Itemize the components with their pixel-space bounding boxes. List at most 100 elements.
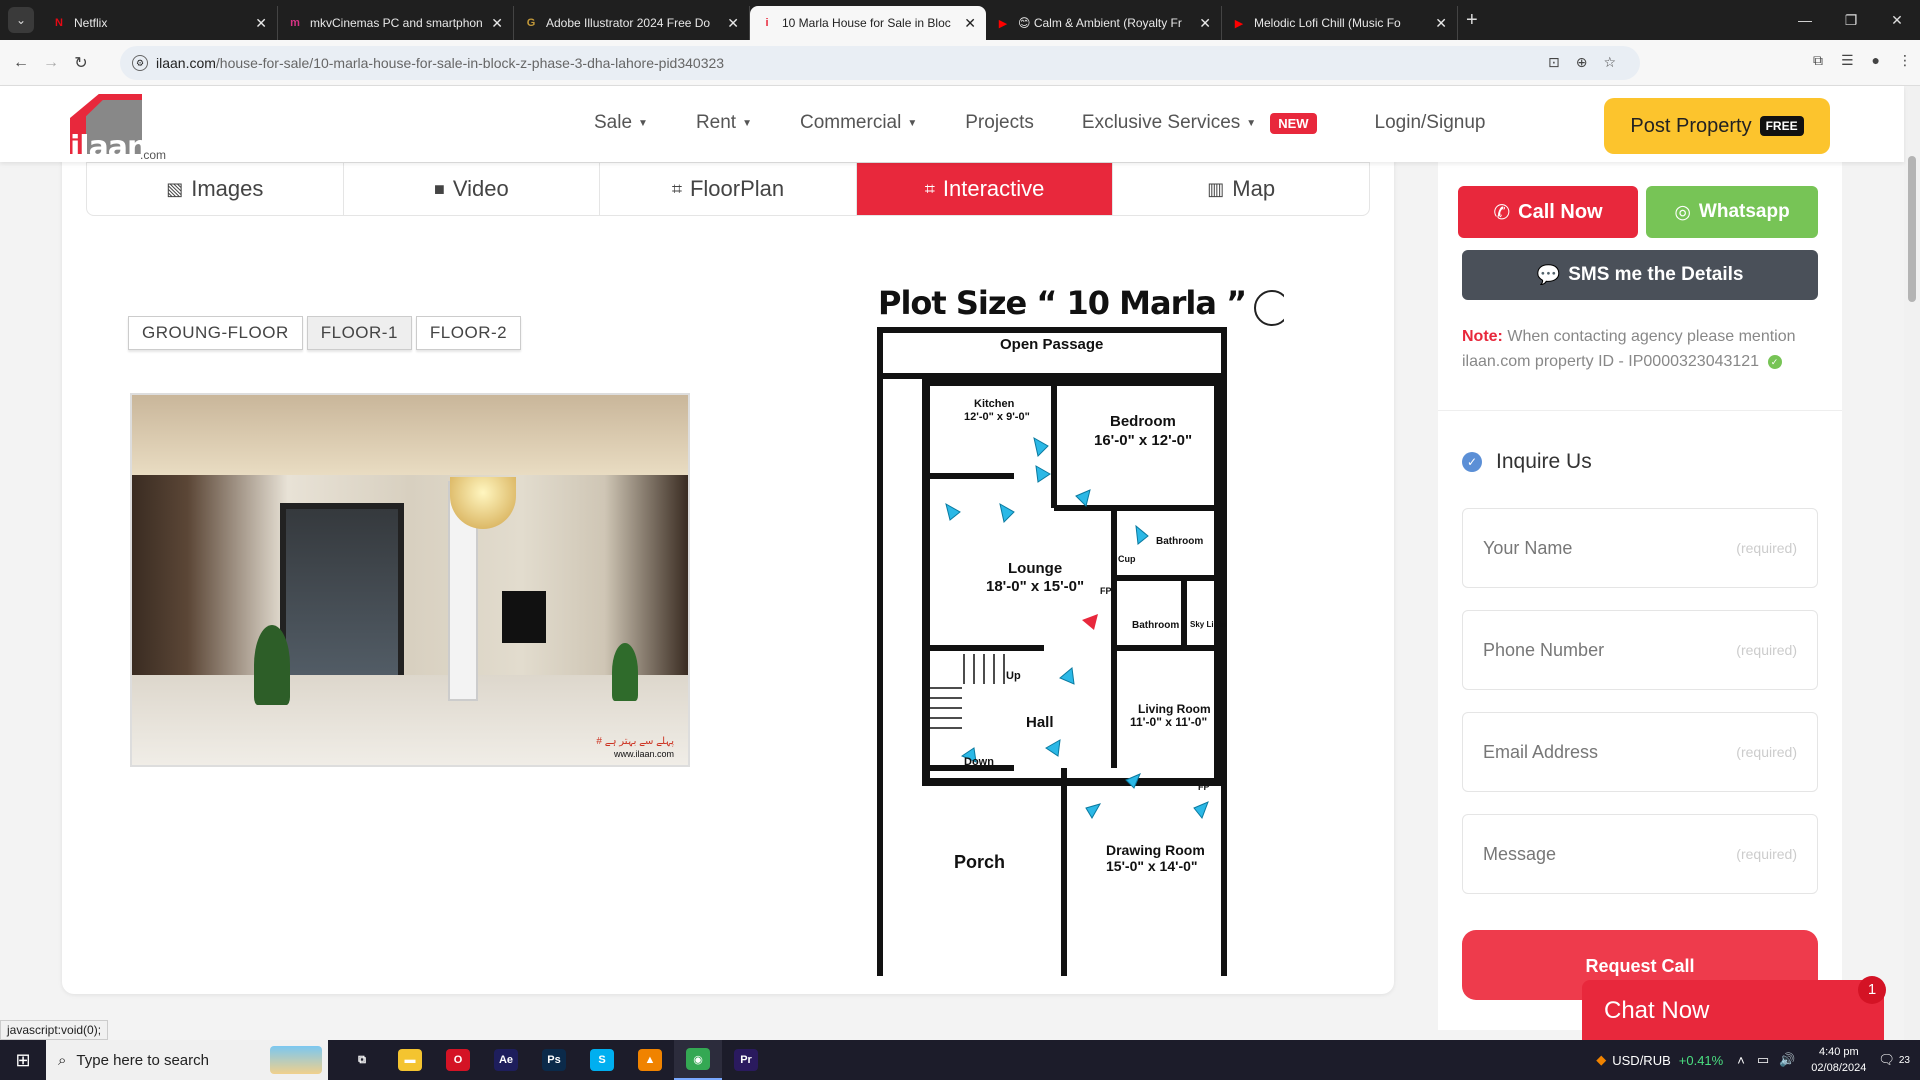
system-clock[interactable]: 4:40 pm 02/08/2024: [1811, 1044, 1866, 1076]
zoom-icon[interactable]: ⊕: [1576, 54, 1588, 71]
forward-button[interactable]: →: [36, 54, 66, 72]
media-tab-video[interactable]: ■ Video: [344, 163, 601, 215]
chevron-down-icon: ▼: [742, 117, 752, 129]
taskbar-app-premiere[interactable]: Pr: [722, 1040, 770, 1080]
tab-title: Melodic Lofi Chill (Music Fo: [1254, 16, 1401, 30]
free-badge: FREE: [1759, 116, 1804, 136]
browser-tab[interactable]: m mkvCinemas PC and smartphon ✕: [278, 6, 514, 40]
restore-button[interactable]: ❐: [1828, 0, 1874, 40]
chat-now-button[interactable]: Chat Now: [1582, 980, 1884, 1042]
currency-pair[interactable]: USD/RUB: [1612, 1053, 1671, 1068]
browser-tab[interactable]: i 10 Marla House for Sale in Bloc ✕: [750, 6, 986, 40]
taskbar-app-task-view[interactable]: ⧉: [338, 1040, 386, 1080]
taskbar-search[interactable]: ⌕ Type here to search: [46, 1040, 328, 1080]
taskbar-app-vlc[interactable]: ▲: [626, 1040, 674, 1080]
message-field[interactable]: Message (required): [1462, 814, 1818, 894]
nav-item[interactable]: Rent ▼: [696, 112, 752, 134]
tab-close-icon[interactable]: ✕: [1435, 15, 1447, 32]
tab-strip: N Netflix ✕ m mkvCinemas PC and smartphon ✕ G A…: [42, 0, 1458, 40]
tray-overflow-icon[interactable]: ˄: [1737, 1053, 1745, 1068]
phone-field[interactable]: Phone Number (required): [1462, 610, 1818, 690]
tab-favicon-icon: G: [526, 17, 536, 29]
tab-close-icon[interactable]: ✕: [964, 15, 976, 32]
tab-close-icon[interactable]: ✕: [727, 15, 739, 32]
tab-close-icon[interactable]: ✕: [255, 15, 267, 32]
tab-title: 😊 Calm & Ambient (Royalty Fr: [1018, 16, 1182, 30]
nav-item[interactable]: Sale ▼: [594, 112, 648, 134]
tab-search-button[interactable]: ⌄: [8, 7, 34, 33]
windows-start-icon[interactable]: ⊞: [0, 1040, 46, 1080]
media-tab-images[interactable]: ▧ Images: [87, 163, 344, 215]
verified-check-icon: ✓: [1767, 354, 1782, 369]
network-icon[interactable]: ▭: [1757, 1052, 1769, 1068]
room-living-room-size: 11'-0" x 11'-0": [1130, 715, 1208, 729]
browser-tab[interactable]: ▶ Melodic Lofi Chill (Music Fo ✕: [1222, 6, 1458, 40]
whatsapp-icon: ◎: [1674, 201, 1691, 223]
chrome-icon: ◉: [686, 1048, 710, 1070]
room-hall: Hall: [1026, 714, 1054, 731]
reload-button[interactable]: ↻: [66, 53, 96, 73]
profile-avatar-icon[interactable]: ●: [1872, 52, 1880, 69]
page-scrollbar[interactable]: [1904, 86, 1920, 1040]
stairs-down: Down: [964, 756, 994, 768]
browser-tab[interactable]: ▶ 😊 Calm & Ambient (Royalty Fr ✕: [986, 6, 1222, 40]
call-now-button[interactable]: ✆ Call Now: [1458, 186, 1638, 238]
tab-title: mkvCinemas PC and smartphon: [310, 16, 483, 30]
phone-field-hint: (required): [1736, 642, 1797, 658]
room-fireplace: FP: [1100, 586, 1112, 596]
new-tab-button[interactable]: +: [1466, 9, 1478, 32]
clock-date: 02/08/2024: [1811, 1062, 1867, 1074]
login-signup-link[interactable]: Login/Signup: [1375, 112, 1486, 134]
post-property-button[interactable]: Post Property FREE: [1604, 98, 1830, 154]
tab-close-icon[interactable]: ✕: [1199, 15, 1211, 32]
taskbar-app-opera[interactable]: O: [434, 1040, 482, 1080]
browser-menu-icon[interactable]: ⋮: [1898, 52, 1912, 69]
taskbar-app-chrome[interactable]: ◉: [674, 1040, 722, 1080]
whatsapp-button[interactable]: ◎ Whatsapp: [1646, 186, 1818, 238]
interactive-room-photo[interactable]: # پہلے سے بہتر ہے www.ilaan.com: [130, 393, 690, 767]
bookmark-star-icon[interactable]: ☆: [1603, 54, 1616, 71]
notification-icon[interactable]: 🗨: [1878, 1052, 1895, 1068]
taskbar-app-photoshop[interactable]: Ps: [530, 1040, 578, 1080]
ilaan-logo[interactable]: ilaan .com: [70, 94, 178, 165]
floor-plan[interactable]: Plot Size “ 10 Marla ” Z: [814, 268, 1284, 976]
minimize-button[interactable]: —: [1782, 0, 1828, 40]
floor-button[interactable]: FLOOR-2: [415, 316, 522, 350]
volume-icon[interactable]: 🔊: [1779, 1052, 1795, 1068]
address-bar-row: ← → ↻ ⚙ ilaan.com/house-for-sale/10-marl…: [0, 40, 1920, 86]
media-tab-interactive[interactable]: ⌗ Interactive: [856, 163, 1114, 215]
request-call-label: Request Call: [1585, 956, 1695, 976]
phone-icon: ✆: [1493, 201, 1511, 224]
url-field[interactable]: ⚙ ilaan.com/house-for-sale/10-marla-hous…: [120, 46, 1640, 80]
nav-item[interactable]: Commercial ▼: [800, 112, 917, 134]
back-button[interactable]: ←: [6, 54, 36, 72]
browser-tab[interactable]: G Adobe Illustrator 2024 Free Do ✕: [514, 6, 750, 40]
media-tab-floorplan[interactable]: ⌗ FloorPlan: [600, 163, 857, 215]
nav-item[interactable]: Exclusive Services ▼ NEW: [1082, 112, 1317, 134]
browser-tab[interactable]: N Netflix ✕: [42, 6, 278, 40]
taskbar-app-file-explorer[interactable]: ▬: [386, 1040, 434, 1080]
floor-button[interactable]: FLOOR-1: [306, 316, 412, 350]
reading-list-icon[interactable]: ☰: [1841, 52, 1854, 69]
tab-close-icon[interactable]: ✕: [491, 15, 503, 32]
floor-button[interactable]: GROUNG-FLOOR: [128, 316, 303, 350]
site-info-icon[interactable]: ⚙: [132, 55, 148, 71]
name-field[interactable]: Your Name (required): [1462, 508, 1818, 588]
taskbar-app-after-effects[interactable]: Ae: [482, 1040, 530, 1080]
scrollbar-thumb[interactable]: [1908, 156, 1916, 302]
sms-details-button[interactable]: 💬 SMS me the Details: [1462, 250, 1818, 300]
nav-item[interactable]: Projects: [965, 112, 1034, 134]
install-app-icon[interactable]: ⊡: [1548, 54, 1560, 71]
clock-time: 4:40 pm: [1818, 1046, 1859, 1058]
taskbar-app-skype[interactable]: S: [578, 1040, 626, 1080]
room-bathroom-1: Bathroom: [1156, 536, 1204, 547]
extensions-icon[interactable]: ⧉: [1813, 52, 1823, 69]
room-sky-light: Sky Light: [1190, 620, 1227, 629]
nav-item-label: Commercial: [799, 112, 902, 133]
media-tab-map[interactable]: ▥ Map: [1113, 163, 1369, 215]
taskbar-apps: ⧉ ▬ O Ae Ps S ▲ ◉ Pr: [338, 1040, 770, 1080]
chevron-down-icon: ▼: [638, 117, 648, 129]
close-window-button[interactable]: ✕: [1874, 0, 1920, 40]
floor-selector: GROUNG-FLOOR FLOOR-1 FLOOR-2: [128, 316, 522, 350]
email-field[interactable]: Email Address (required): [1462, 712, 1818, 792]
